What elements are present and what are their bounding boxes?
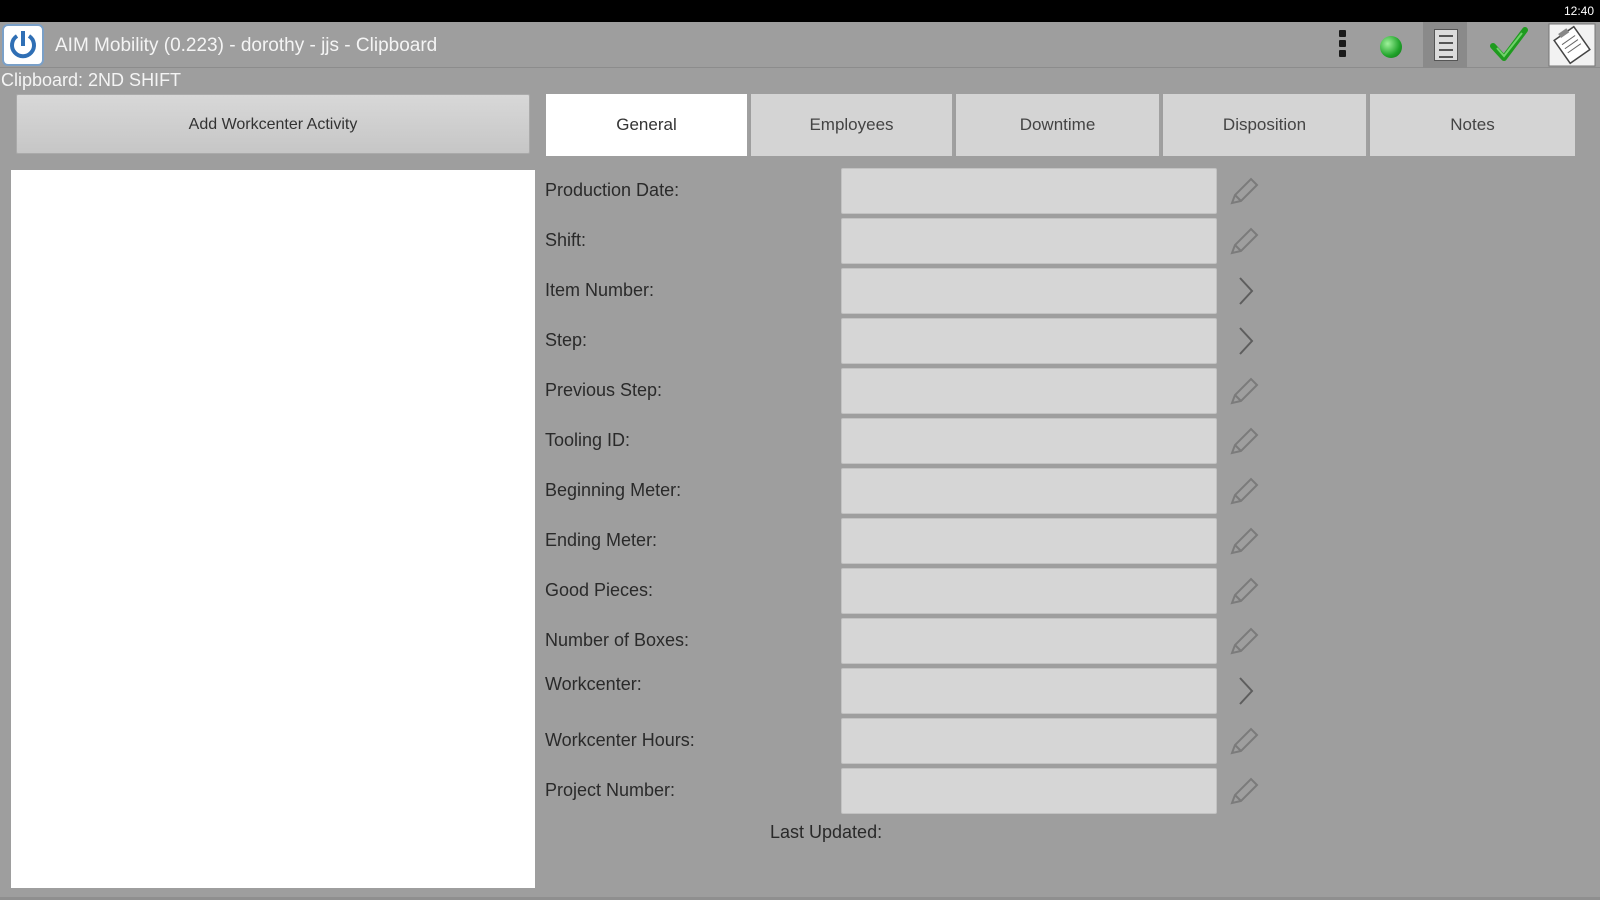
form-row-beginning-meter: Beginning Meter:	[545, 468, 1545, 514]
tab-downtime[interactable]: Downtime	[956, 94, 1161, 156]
field-label: Tooling ID:	[545, 430, 631, 450]
field-label: Ending Meter:	[545, 530, 658, 550]
pencil-icon[interactable]	[1227, 624, 1261, 658]
checkmark-icon[interactable]	[1487, 24, 1531, 66]
field-label: Beginning Meter:	[545, 480, 682, 500]
pencil-icon[interactable]	[1227, 724, 1261, 758]
number-of-boxes-field[interactable]	[841, 618, 1217, 664]
form-row-workcenter-hours: Workcenter Hours:	[545, 718, 1545, 764]
field-label: Project Number:	[545, 780, 676, 800]
field-label: Item Number:	[545, 280, 655, 300]
form-row-shift: Shift:	[545, 218, 1545, 264]
form-row-item-number: Item Number:	[545, 268, 1545, 314]
form-row-production-date: Production Date:	[545, 168, 1545, 214]
app-title: AIM Mobility (0.223) - dorothy - jjs - C…	[55, 35, 438, 56]
pencil-icon[interactable]	[1227, 374, 1261, 408]
field-label: Previous Step:	[545, 380, 663, 400]
pencil-icon[interactable]	[1227, 574, 1261, 608]
pencil-icon[interactable]	[1227, 774, 1261, 808]
tab-general[interactable]: General	[546, 94, 749, 156]
step-field[interactable]	[841, 318, 1217, 364]
clipboard-icon[interactable]	[1548, 23, 1596, 67]
shift-field[interactable]	[841, 218, 1217, 264]
field-label: Good Pieces:	[545, 580, 654, 600]
tab-notes[interactable]: Notes	[1370, 94, 1575, 156]
chevron-right-icon[interactable]	[1231, 674, 1261, 708]
chevron-right-icon[interactable]	[1231, 274, 1261, 308]
workcenter-hours-field[interactable]	[841, 718, 1217, 764]
tab-bar: General Employees Downtime Disposition N…	[546, 94, 1590, 156]
overflow-menu-icon[interactable]	[1335, 28, 1349, 64]
form-row-step: Step:	[545, 318, 1545, 364]
system-status-bar: 12:40	[0, 0, 1600, 22]
item-number-field[interactable]	[841, 268, 1217, 314]
pencil-icon[interactable]	[1227, 174, 1261, 208]
field-label: Workcenter:	[545, 674, 642, 694]
production-date-field[interactable]	[841, 168, 1217, 214]
field-label: Shift:	[545, 230, 587, 250]
beginning-meter-field[interactable]	[841, 468, 1217, 514]
workcenter-field[interactable]	[841, 668, 1217, 714]
field-label: Number of Boxes:	[545, 630, 690, 650]
pencil-icon[interactable]	[1227, 224, 1261, 258]
document-icon[interactable]	[1423, 22, 1467, 68]
add-workcenter-activity-button[interactable]: Add Workcenter Activity	[16, 94, 530, 154]
action-bar: AIM Mobility (0.223) - dorothy - jjs - C…	[0, 22, 1600, 68]
tab-disposition[interactable]: Disposition	[1163, 94, 1368, 156]
status-clock: 12:40	[1563, 4, 1594, 18]
form-row-workcenter: Workcenter:	[545, 668, 1545, 714]
field-label: Production Date:	[545, 180, 680, 200]
tooling-id-field[interactable]	[841, 418, 1217, 464]
last-updated-label: Last Updated:	[770, 822, 883, 842]
project-number-field[interactable]	[841, 768, 1217, 814]
pencil-icon[interactable]	[1227, 474, 1261, 508]
app-logo-icon[interactable]	[2, 24, 44, 66]
ending-meter-field[interactable]	[841, 518, 1217, 564]
tab-employees[interactable]: Employees	[751, 94, 954, 156]
clipboard-subtitle: Clipboard: 2ND SHIFT	[1, 70, 182, 90]
field-label: Step:	[545, 330, 588, 350]
activity-list[interactable]	[11, 170, 535, 888]
form-row-tooling-id: Tooling ID:	[545, 418, 1545, 464]
pencil-icon[interactable]	[1227, 524, 1261, 558]
form-row-number-of-boxes: Number of Boxes:	[545, 618, 1545, 664]
pencil-icon[interactable]	[1227, 424, 1261, 458]
chevron-right-icon[interactable]	[1231, 324, 1261, 358]
form-row-ending-meter: Ending Meter:	[545, 518, 1545, 564]
field-label: Workcenter Hours:	[545, 730, 695, 750]
form-row-good-pieces: Good Pieces:	[545, 568, 1545, 614]
form-row-previous-step: Previous Step:	[545, 368, 1545, 414]
form-row-project-number: Project Number:	[545, 768, 1545, 814]
good-pieces-field[interactable]	[841, 568, 1217, 614]
previous-step-field[interactable]	[841, 368, 1217, 414]
sync-status-icon[interactable]	[1380, 36, 1402, 58]
